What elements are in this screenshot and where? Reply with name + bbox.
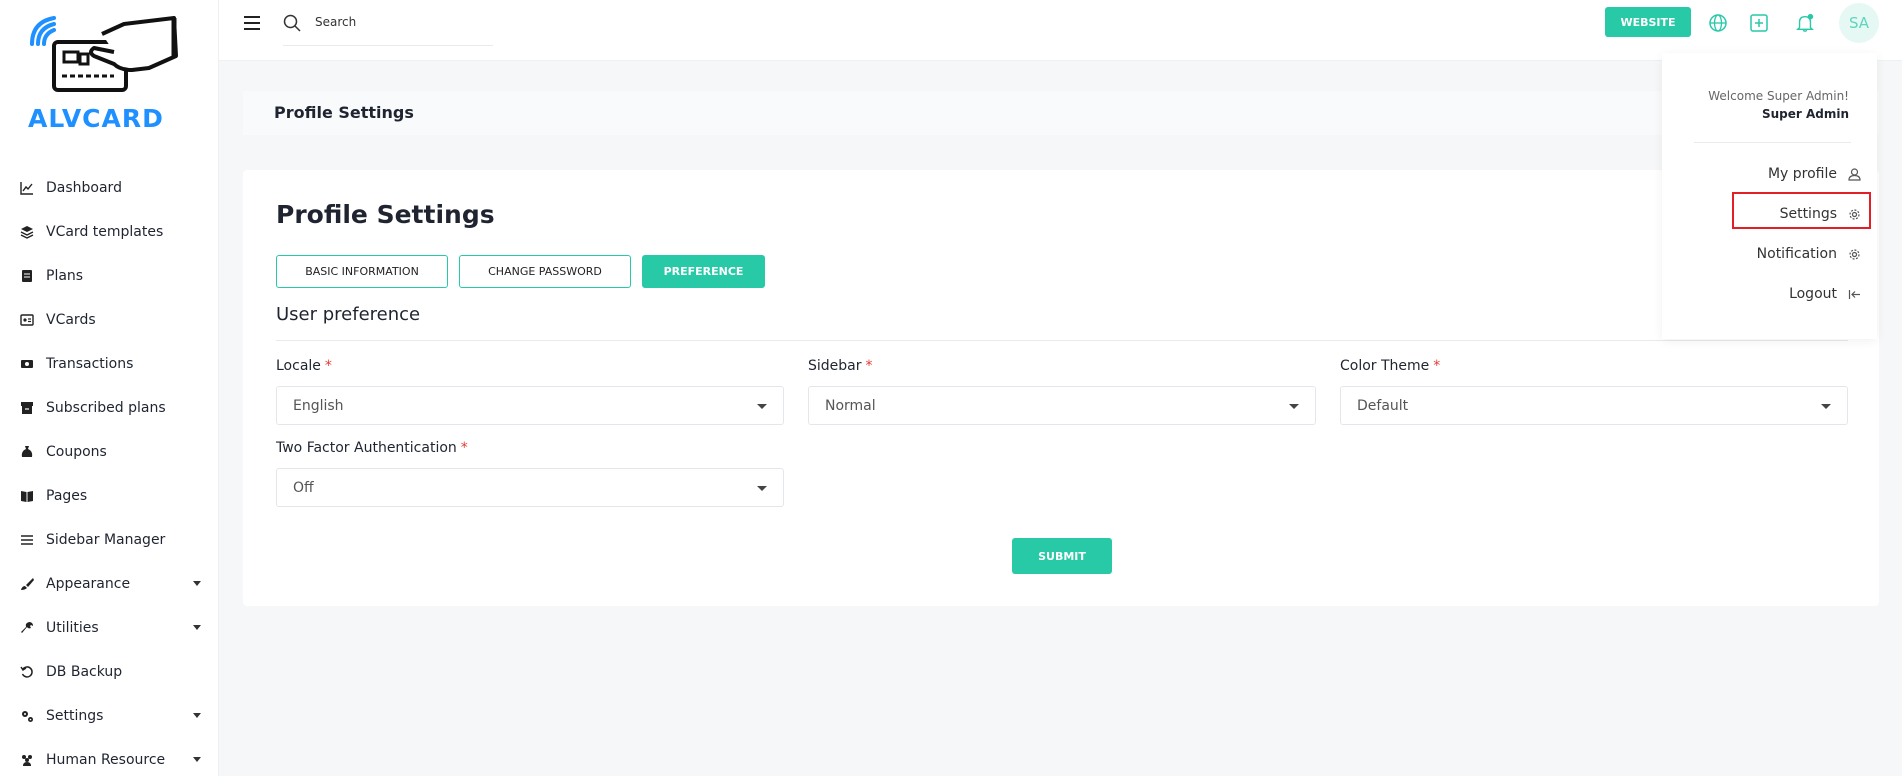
sidebar-value: Normal xyxy=(825,398,876,414)
brand-name: ALVCARD xyxy=(28,104,164,133)
sidebar-item-label: Coupons xyxy=(46,444,107,460)
sidebar-item-label: Human Resource xyxy=(46,752,166,768)
sidebar-item-transactions[interactable]: Transactions xyxy=(0,342,219,386)
sidebar-item-label: DB Backup xyxy=(46,664,123,680)
sidebar-item-subscribed-plans[interactable]: Subscribed plans xyxy=(0,386,219,430)
locale-label: Locale * xyxy=(276,358,332,374)
website-button[interactable]: WEBSITE xyxy=(1605,7,1691,37)
sidebar-nav: Dashboard VCard templates Plans VCards Trans… xyxy=(0,166,219,776)
gear-icon xyxy=(1847,247,1861,261)
sidebar-item-label: Pages xyxy=(46,488,88,504)
caret-down-icon xyxy=(1289,404,1299,409)
menu-item-label: Notification xyxy=(1756,246,1837,262)
sidebar-item-coupons[interactable]: Coupons xyxy=(0,430,219,474)
section-title: User preference xyxy=(276,304,421,325)
caret-down-icon xyxy=(193,581,201,586)
sidebar-item-db-backup[interactable]: DB Backup xyxy=(0,650,219,694)
sidebar-item-dashboard[interactable]: Dashboard xyxy=(0,166,219,210)
color-theme-label: Color Theme * xyxy=(1340,358,1441,374)
profile-settings-card: Profile Settings BASIC INFORMATION CHANG… xyxy=(243,170,1879,606)
chart-line-icon xyxy=(20,181,34,195)
caret-down-icon xyxy=(757,486,767,491)
sidebar-item-label: Settings xyxy=(46,708,104,724)
sidebar-item-label: VCards xyxy=(46,312,96,328)
sidebar-select[interactable]: Normal xyxy=(808,386,1316,425)
divider xyxy=(276,340,1848,341)
sidebar-item-vcard-templates[interactable]: VCard templates xyxy=(0,210,219,254)
sidebar-item-label: Appearance xyxy=(46,576,131,592)
layers-icon xyxy=(20,225,34,239)
sidebar-item-label: VCard templates xyxy=(46,224,164,240)
menu-item-logout[interactable]: Logout xyxy=(1789,276,1861,312)
sidebar-item-label: Dashboard xyxy=(46,180,122,196)
sidebar-item-label: Transactions xyxy=(46,356,134,372)
menu-item-label: Logout xyxy=(1789,286,1837,302)
menu-item-label: My profile xyxy=(1767,166,1837,182)
sidebar-item-label: Plans xyxy=(46,268,84,284)
caret-down-icon xyxy=(193,625,201,630)
divider xyxy=(1694,142,1851,143)
color-theme-select[interactable]: Default xyxy=(1340,386,1848,425)
sidebar-item-sidebar-manager[interactable]: Sidebar Manager xyxy=(0,518,219,562)
locale-value: English xyxy=(293,398,344,414)
sidebar-item-vcards[interactable]: VCards xyxy=(0,298,219,342)
clipboard-icon xyxy=(20,269,34,283)
logout-icon xyxy=(1847,287,1861,301)
money-bag-icon xyxy=(20,445,34,459)
two-factor-label: Two Factor Authentication * xyxy=(276,440,468,456)
sidebar-item-appearance[interactable]: Appearance xyxy=(0,562,219,606)
tab-change-password[interactable]: CHANGE PASSWORD xyxy=(459,255,631,288)
sidebar-item-label: Sidebar Manager xyxy=(46,532,166,548)
book-icon xyxy=(20,489,34,503)
tab-preference[interactable]: PREFERENCE xyxy=(642,255,765,288)
sidebar-item-settings[interactable]: Settings xyxy=(0,694,219,738)
two-factor-select[interactable]: Off xyxy=(276,468,784,507)
user-icon xyxy=(1847,167,1861,181)
plus-square-icon[interactable] xyxy=(1749,13,1769,33)
search-box xyxy=(283,12,493,46)
archive-icon xyxy=(20,401,34,415)
caret-down-icon xyxy=(1821,404,1831,409)
topbar: WEBSITE SA xyxy=(219,0,1902,61)
sidebar-item-human-resource[interactable]: Human Resource xyxy=(0,738,219,776)
locale-select[interactable]: English xyxy=(276,386,784,425)
bars-icon xyxy=(20,533,34,547)
wrench-icon xyxy=(20,621,34,635)
sidebar-item-utilities[interactable]: Utilities xyxy=(0,606,219,650)
card-title: Profile Settings xyxy=(276,200,495,229)
tab-basic-information[interactable]: BASIC INFORMATION xyxy=(276,255,448,288)
brush-icon xyxy=(20,577,34,591)
money-icon xyxy=(20,357,34,371)
users-icon xyxy=(20,753,34,767)
sidebar-label: Sidebar * xyxy=(808,358,873,374)
menu-item-my-profile[interactable]: My profile xyxy=(1768,156,1861,192)
caret-down-icon xyxy=(193,757,201,762)
cogs-icon xyxy=(20,709,34,723)
undo-icon xyxy=(20,665,34,679)
hamburger-menu-icon[interactable] xyxy=(244,16,260,30)
menu-item-notification[interactable]: Notification xyxy=(1757,236,1861,272)
caret-down-icon xyxy=(757,404,767,409)
search-icon xyxy=(283,14,301,32)
sidebar-item-label: Utilities xyxy=(46,620,99,636)
welcome-text: Welcome Super Admin! xyxy=(1708,89,1849,103)
id-card-icon xyxy=(20,313,34,327)
globe-icon[interactable] xyxy=(1708,13,1728,33)
user-name: Super Admin xyxy=(1761,107,1849,121)
page-title: Profile Settings xyxy=(274,103,414,122)
sidebar: ALVCARD Dashboard VCard templates Plans VCa… xyxy=(0,0,219,776)
page-header: Profile Settings xyxy=(243,91,1879,135)
bell-icon[interactable] xyxy=(1795,13,1815,33)
submit-button[interactable]: SUBMIT xyxy=(1012,538,1112,574)
caret-down-icon xyxy=(193,713,201,718)
settings-highlight-box xyxy=(1732,192,1871,229)
sidebar-item-pages[interactable]: Pages xyxy=(0,474,219,518)
search-input[interactable] xyxy=(315,12,485,32)
avatar[interactable]: SA xyxy=(1839,3,1879,43)
two-factor-value: Off xyxy=(293,480,314,496)
sidebar-item-label: Subscribed plans xyxy=(46,400,166,416)
color-theme-value: Default xyxy=(1357,398,1409,414)
sidebar-item-plans[interactable]: Plans xyxy=(0,254,219,298)
